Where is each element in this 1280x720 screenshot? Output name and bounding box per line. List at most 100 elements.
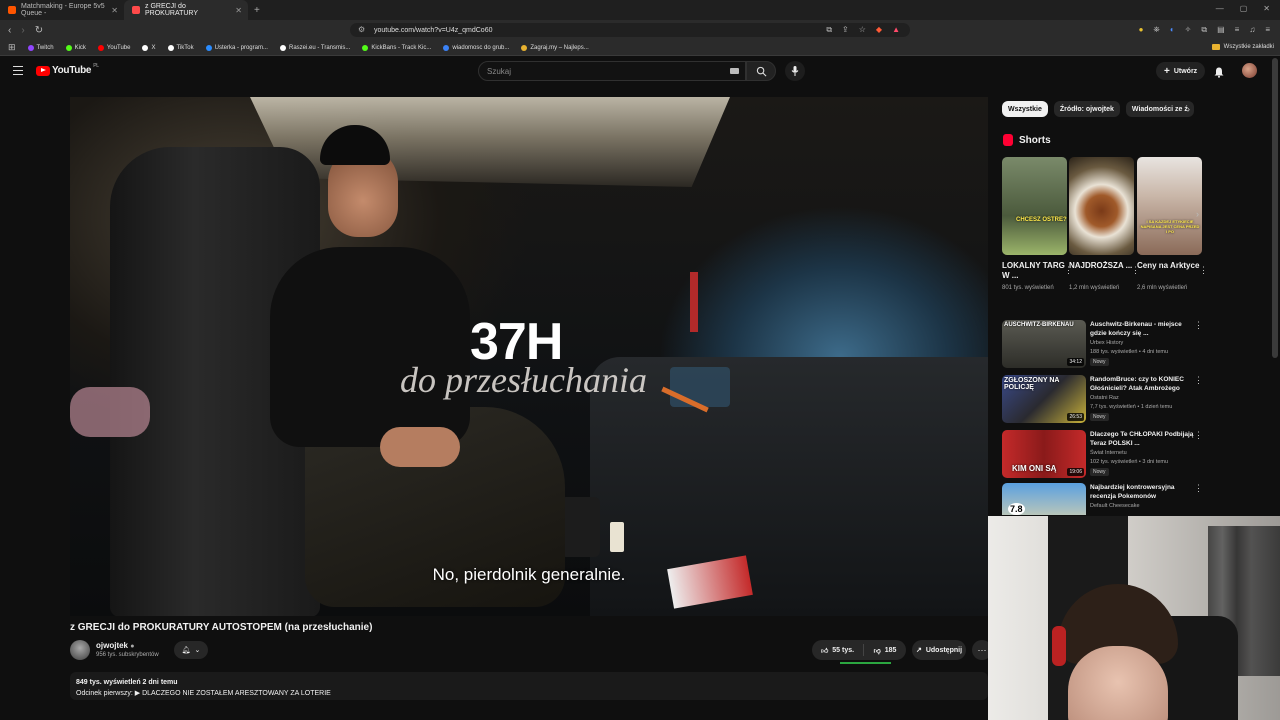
short-item[interactable]: I SA KAZDEJ ETYKIECIE NAPISANA JEST CENA… (1137, 157, 1208, 293)
share-page-icon[interactable]: ⇪ (842, 25, 849, 35)
bookmark-raszei[interactable]: Raszei.eu - Transmis... (279, 44, 350, 51)
microphone-icon (791, 66, 799, 76)
chevron-right-icon[interactable]: › (1187, 104, 1190, 114)
bookmark-usterka[interactable]: Usterka - program... (205, 44, 268, 51)
browser-tab-faceit[interactable]: Matchmaking - Europe 5v5 Queue - ✕ (0, 0, 124, 20)
youtube-logo[interactable]: YouTube PL (36, 63, 99, 76)
share-icon: ↗ (915, 647, 922, 654)
short-item[interactable]: NAJDROŻSZA ... 1,2 mln wyświetleń ⋮ (1069, 157, 1140, 293)
search-input[interactable]: Szukaj (478, 61, 746, 81)
bookmark-label: YouTube (106, 44, 131, 51)
maximize-icon[interactable]: ▢ (1240, 4, 1248, 13)
shield-icon[interactable]: ◆ (876, 25, 882, 35)
recommended-video[interactable]: 7.8 Najbardziej kontrowersyjna recenzja … (1002, 483, 1207, 515)
extension-icon[interactable]: ● (1139, 25, 1144, 35)
description-box[interactable]: 849 tys. wyświetleń 2 dni temu Odcinek p… (70, 672, 988, 700)
channel-name[interactable]: ojwojtek ● (96, 641, 134, 650)
discord-icon (443, 44, 450, 51)
bookmark-zagraj[interactable]: Zagraj.my – Najleps... (521, 44, 589, 51)
more-vert-icon[interactable]: ⋮ (1194, 320, 1203, 331)
channel-name: Świat Internetu (1090, 450, 1127, 456)
more-vert-icon[interactable]: ⋮ (1199, 265, 1208, 276)
recommended-video[interactable]: KIM ONI SĄ 19:06 Dlaczego Te CHŁOPAKI Po… (1002, 430, 1207, 482)
short-thumbnail[interactable]: CHCESZ OSTRE? (1002, 157, 1067, 255)
more-vert-icon[interactable]: ⋮ (1194, 430, 1203, 441)
bookmark-x[interactable]: X (142, 44, 156, 51)
video-stats: 7,7 tys. wyświetleń • 1 dzień temu (1090, 404, 1173, 410)
video-thumbnail[interactable]: KIM ONI SĄ 19:06 (1002, 430, 1086, 478)
bookmark-twitch[interactable]: Twitch (27, 44, 54, 51)
hamburger-menu-icon[interactable] (13, 66, 23, 78)
keyboard-icon[interactable] (730, 68, 739, 74)
close-icon[interactable]: ✕ (111, 6, 118, 15)
youtube-favicon-icon (132, 6, 140, 14)
extension-icon[interactable]: ⛯ (1153, 25, 1159, 35)
video-duration: 26:53 (1067, 413, 1084, 421)
install-icon[interactable]: ⧉ (826, 25, 832, 35)
share-button[interactable]: ↗ Udostępnij (912, 640, 966, 660)
extension-icon[interactable]: ✧ (1185, 25, 1192, 35)
browser-tab-youtube[interactable]: z GRECJI do PROKURATURY ✕ (124, 0, 248, 20)
dislike-button[interactable]: 👎︎ 185 (864, 646, 906, 655)
close-window-icon[interactable]: ✕ (1263, 4, 1270, 13)
puzzle-icon[interactable]: ⧉ (1201, 25, 1207, 35)
usterka-icon (205, 44, 212, 51)
chip-all[interactable]: Wszystkie (1002, 101, 1048, 117)
alert-icon[interactable]: ▲ (892, 25, 900, 35)
menu-icon[interactable]: ≡ (1235, 25, 1240, 35)
video-thumbnail[interactable]: 7.8 (1002, 483, 1086, 515)
bookmark-label: X (151, 44, 156, 51)
twitch-icon (27, 44, 34, 51)
more-icon[interactable]: ≡ (1265, 25, 1270, 35)
search-button[interactable] (746, 61, 776, 81)
back-icon[interactable]: ‹ (8, 25, 11, 36)
video-player[interactable]: 37H do przesłuchania No, pierdolnik gene… (70, 97, 988, 616)
extension-icon[interactable]: ◐ (1170, 25, 1175, 35)
chevron-right-icon[interactable]: › (1196, 209, 1199, 219)
create-button[interactable]: + Utwórz (1156, 62, 1206, 80)
voice-search-button[interactable] (785, 61, 805, 81)
account-avatar[interactable] (1242, 63, 1257, 78)
video-thumbnail[interactable]: AUSCHWITZ-BIRKENAU 34:12 (1002, 320, 1086, 368)
bookmark-youtube[interactable]: YouTube (97, 44, 131, 51)
bookmark-label: Usterka - program... (214, 44, 268, 51)
bookmark-icon[interactable]: ☆ (859, 25, 866, 35)
channel-avatar[interactable] (70, 640, 90, 660)
subscribed-bell-button[interactable]: 🔔︎ ⌄ (174, 641, 208, 659)
video-frame-cloth (70, 387, 150, 437)
kick-icon (65, 44, 72, 51)
video-thumbnail[interactable]: ZGŁOSZONY NA POLICJĘ 26:53 (1002, 375, 1086, 423)
more-vert-icon[interactable]: ⋮ (1194, 375, 1203, 386)
site-info-icon[interactable]: ⚙ (358, 25, 365, 34)
more-vert-icon[interactable]: ⋮ (1194, 483, 1203, 494)
recommended-video[interactable]: AUSCHWITZ-BIRKENAU 34:12 Auschwitz-Birke… (1002, 320, 1207, 372)
bookmark-tiktok[interactable]: TikTok (167, 44, 194, 51)
chip-news[interactable]: Wiadomości ze ź (1125, 101, 1194, 117)
like-ratio-bar (840, 662, 891, 664)
short-thumbnail[interactable]: I SA KAZDEJ ETYKIECIE NAPISANA JEST CENA… (1137, 157, 1202, 255)
chip-from-channel[interactable]: Źródło: ojwojtek (1053, 101, 1120, 117)
recommended-video[interactable]: ZGŁOSZONY NA POLICJĘ 26:53 RandomBruce: … (1002, 375, 1207, 427)
all-bookmarks-folder[interactable]: Wszystkie zakładki (1211, 44, 1274, 50)
notifications-bell-icon[interactable] (1214, 65, 1224, 83)
bookmark-kickbans[interactable]: KickBans - Track Kic... (362, 44, 431, 51)
bookmark-wiadomosc[interactable]: wiadomosc do grub... (443, 44, 509, 51)
sidebar-icon[interactable]: ▤ (1217, 25, 1225, 35)
minimize-icon[interactable]: — (1216, 4, 1224, 13)
video-title: Najbardziej kontrowersyjna recenzja Poke… (1090, 484, 1175, 500)
search-placeholder: Szukaj (487, 67, 512, 76)
new-tab-icon[interactable]: + (248, 5, 260, 16)
close-icon[interactable]: ✕ (235, 6, 242, 15)
short-thumbnail[interactable] (1069, 157, 1134, 255)
page-scrollbar[interactable] (1272, 58, 1278, 358)
forward-icon[interactable]: › (21, 25, 24, 36)
reload-icon[interactable]: ↻ (35, 25, 43, 36)
dislike-count: 185 (884, 646, 897, 654)
media-icon[interactable]: ♫ (1249, 25, 1255, 35)
apps-icon[interactable]: ⊞ (8, 42, 16, 53)
bookmark-label: Wszystkie zakładki (1223, 44, 1274, 50)
like-button[interactable]: 👍︎ 55 tys. (812, 644, 864, 656)
like-count: 55 tys. (832, 646, 855, 654)
bookmark-kick[interactable]: Kick (65, 44, 86, 51)
short-item[interactable]: CHCESZ OSTRE? LOKALNY TARG W ... 801 tys… (1002, 157, 1073, 293)
